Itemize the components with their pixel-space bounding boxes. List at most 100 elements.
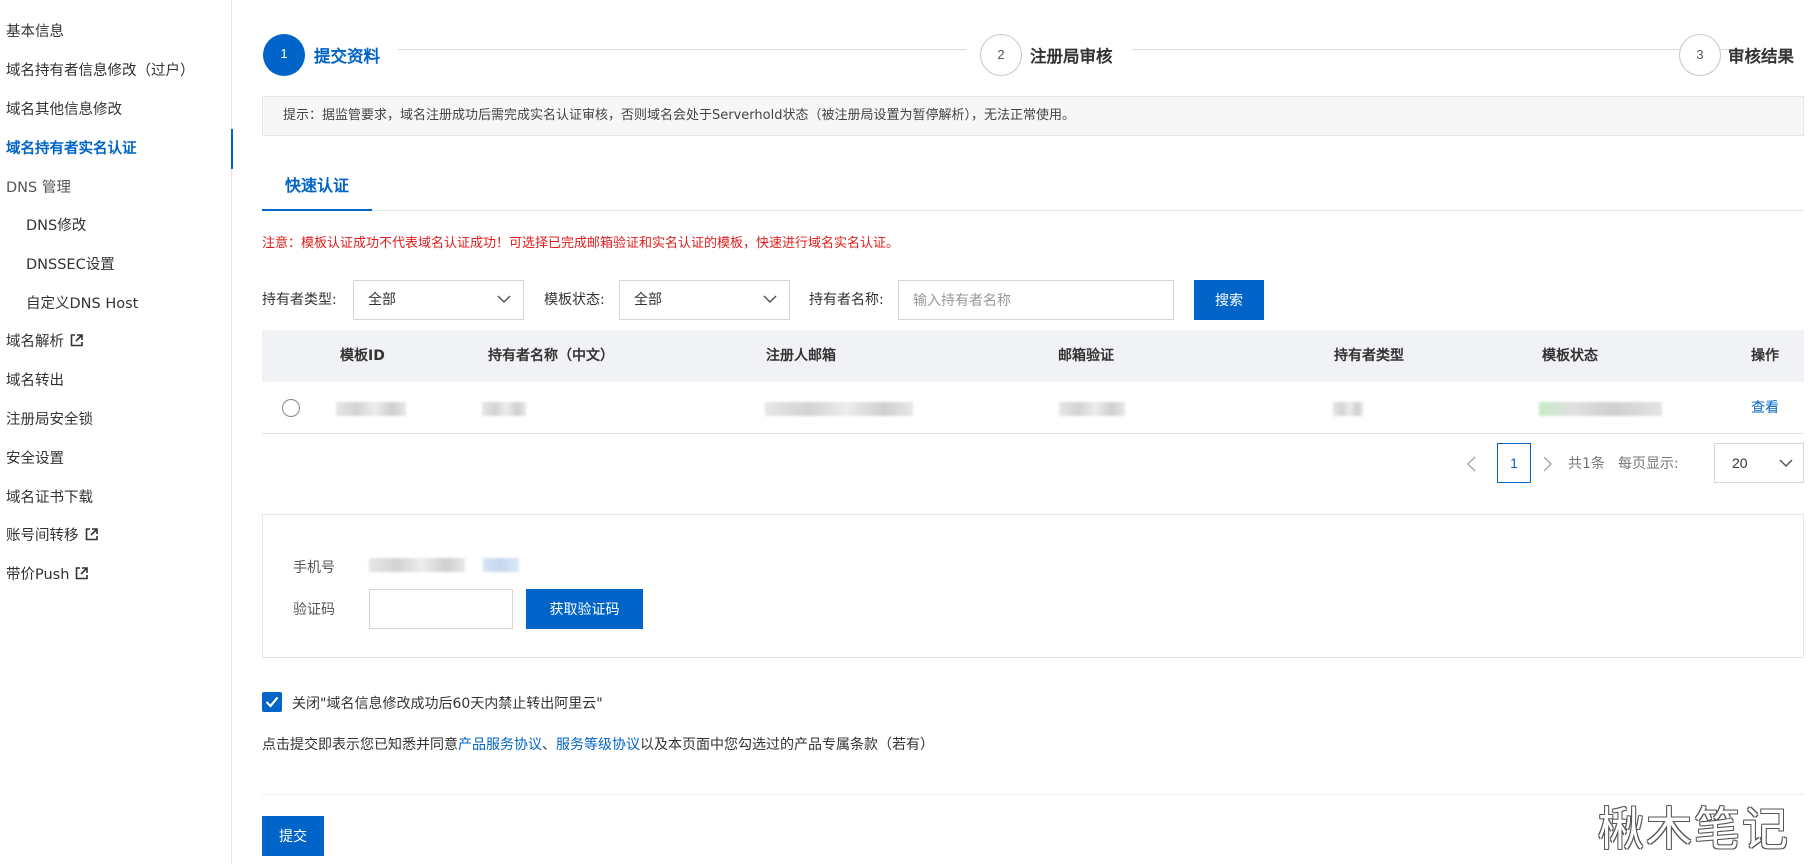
row-select-radio[interactable] — [282, 399, 300, 417]
select-value: 全部 — [634, 292, 662, 308]
chevron-left-icon[interactable] — [1464, 452, 1480, 476]
sidebar-item-holder-change[interactable]: 域名持有者信息修改（过户） — [0, 51, 232, 91]
sidebar: 基本信息 域名持有者信息修改（过户） 域名其他信息修改 域名持有者实名认证 DN… — [0, 0, 233, 864]
sla-link[interactable]: 服务等级协议 — [556, 737, 640, 753]
step-number: 3 — [1696, 47, 1704, 62]
step-connector — [1132, 49, 1750, 50]
col-holder-name: 持有者名称（中文） — [488, 348, 614, 364]
redacted-template-id — [336, 402, 406, 416]
col-template-id: 模板ID — [340, 348, 385, 364]
sidebar-item-label: 注册局安全锁 — [6, 412, 93, 428]
watermark: 楸木笔记 — [1598, 802, 1790, 856]
sidebar-item-label: 账号间转移 — [6, 528, 79, 544]
sidebar-item-dns-resolve[interactable]: 域名解析 — [0, 322, 232, 362]
redacted-holder-type — [1333, 402, 1363, 416]
sidebar-item-label: 自定义DNS Host — [26, 296, 139, 312]
sidebar-item-label: 带价Push — [6, 567, 70, 583]
sidebar-item-cert-download[interactable]: 域名证书下载 — [0, 478, 232, 518]
sidebar-item-basic-info[interactable]: 基本信息 — [0, 12, 232, 52]
sidebar-group-label: DNS 管理 — [6, 180, 71, 196]
sidebar-item-label: 域名持有者实名认证 — [6, 141, 137, 157]
external-link-icon — [76, 567, 89, 580]
sidebar-item-transfer-out[interactable]: 域名转出 — [0, 361, 232, 401]
chevron-down-icon — [497, 295, 511, 304]
sidebar-item-label: DNSSEC设置 — [26, 257, 115, 273]
holder-name-label: 持有者名称: — [809, 292, 884, 308]
step-3-circle: 3 — [1679, 34, 1721, 76]
sidebar-item-label: 域名解析 — [6, 334, 64, 350]
redacted-holder-name — [482, 402, 526, 416]
verification-code-input[interactable] — [369, 589, 513, 629]
sidebar-item-dnssec[interactable]: DNSSEC设置 — [0, 245, 232, 285]
chevron-down-icon — [1779, 459, 1793, 468]
holder-type-label: 持有者类型: — [262, 292, 337, 308]
sidebar-item-other-info[interactable]: 域名其他信息修改 — [0, 90, 232, 130]
sidebar-item-label: DNS修改 — [26, 218, 87, 234]
warning-text: 注意：模板认证成功不代表域名认证成功！可选择已完成邮箱验证和实名认证的模板，快速… — [262, 236, 900, 251]
agreement-prefix: 点击提交即表示您已知悉并同意 — [262, 737, 458, 753]
sidebar-item-label: 域名证书下载 — [6, 490, 93, 506]
phone-label: 手机号 — [293, 560, 335, 576]
redacted-email — [765, 402, 913, 416]
sidebar-item-custom-dns-host[interactable]: 自定义DNS Host — [0, 284, 232, 324]
template-status-label: 模板状态: — [544, 292, 605, 308]
redacted-phone — [369, 558, 465, 572]
col-template-status: 模板状态 — [1542, 348, 1598, 364]
tab-bar: 快速认证 — [262, 166, 1804, 211]
view-link[interactable]: 查看 — [1751, 382, 1779, 434]
sidebar-item-label: 安全设置 — [6, 451, 64, 467]
table-header: 模板ID 持有者名称（中文） 注册人邮箱 邮箱验证 持有者类型 模板状态 操作 — [262, 330, 1804, 382]
checkmark-icon — [265, 696, 279, 708]
col-email-verify: 邮箱验证 — [1058, 348, 1114, 364]
agreement-suffix: 以及本页面中您勾选过的产品专属条款（若有） — [640, 737, 934, 753]
agreement-text: 点击提交即表示您已知悉并同意产品服务协议、服务等级协议以及本页面中您勾选过的产品… — [262, 734, 934, 754]
redacted-phone-suffix — [483, 558, 519, 572]
table-row: 查看 — [262, 382, 1804, 434]
col-holder-type: 持有者类型 — [1334, 348, 1404, 364]
template-status-select[interactable]: 全部 — [619, 280, 790, 320]
sidebar-item-realname-auth[interactable]: 域名持有者实名认证 — [0, 129, 233, 169]
step-2-circle: 2 — [980, 34, 1022, 76]
sidebar-item-security[interactable]: 安全设置 — [0, 439, 232, 479]
service-agreement-link[interactable]: 产品服务协议 — [458, 737, 542, 753]
sidebar-item-label: 域名转出 — [6, 373, 64, 389]
sidebar-group-dns: DNS 管理 — [0, 168, 232, 208]
code-label: 验证码 — [293, 602, 335, 618]
sidebar-item-price-push[interactable]: 带价Push — [0, 555, 232, 595]
step-1-label: 提交资料 — [314, 47, 380, 66]
step-3-label: 审核结果 — [1728, 47, 1794, 66]
holder-name-input[interactable] — [898, 280, 1174, 320]
agreement-separator: 、 — [542, 737, 556, 753]
sidebar-item-dns-modify[interactable]: DNS修改 — [0, 206, 232, 246]
col-actions: 操作 — [1751, 348, 1779, 364]
page-size-value: 20 — [1732, 455, 1748, 471]
col-registrant-email: 注册人邮箱 — [766, 348, 836, 364]
submit-button[interactable]: 提交 — [262, 816, 324, 856]
search-button[interactable]: 搜索 — [1194, 280, 1264, 320]
divider — [262, 794, 1804, 795]
step-number: 1 — [280, 46, 288, 61]
disable-transfer-lock-checkbox[interactable] — [262, 692, 282, 712]
page-number-current[interactable]: 1 — [1497, 443, 1531, 483]
phone-verification-box: 手机号 验证码 获取验证码 — [262, 514, 1804, 658]
sidebar-item-label: 基本信息 — [6, 24, 64, 40]
select-value: 全部 — [368, 292, 396, 308]
holder-type-select[interactable]: 全部 — [353, 280, 524, 320]
tab-quick-auth[interactable]: 快速认证 — [262, 166, 372, 211]
step-connector — [398, 49, 966, 50]
chevron-right-icon[interactable] — [1539, 452, 1555, 476]
disable-transfer-lock-label: 关闭"域名信息修改成功后60天内禁止转出阿里云" — [292, 696, 603, 712]
sidebar-item-registry-lock[interactable]: 注册局安全锁 — [0, 400, 232, 440]
chevron-down-icon — [763, 295, 777, 304]
realname-notice: 提示：据监管要求，域名注册成功后需完成实名认证审核，否则域名会处于Serverh… — [262, 96, 1804, 136]
sidebar-item-label: 域名其他信息修改 — [6, 102, 122, 118]
sidebar-item-account-transfer[interactable]: 账号间转移 — [0, 516, 232, 556]
page-size-select[interactable]: 20 — [1714, 443, 1804, 483]
step-2-label: 注册局审核 — [1030, 47, 1113, 66]
external-link-icon — [70, 334, 83, 347]
redacted-email-verify — [1059, 402, 1125, 416]
external-link-icon — [85, 528, 98, 541]
get-code-button[interactable]: 获取验证码 — [526, 589, 643, 629]
sidebar-item-label: 域名持有者信息修改（过户） — [6, 63, 195, 79]
redacted-template-status — [1539, 402, 1662, 416]
